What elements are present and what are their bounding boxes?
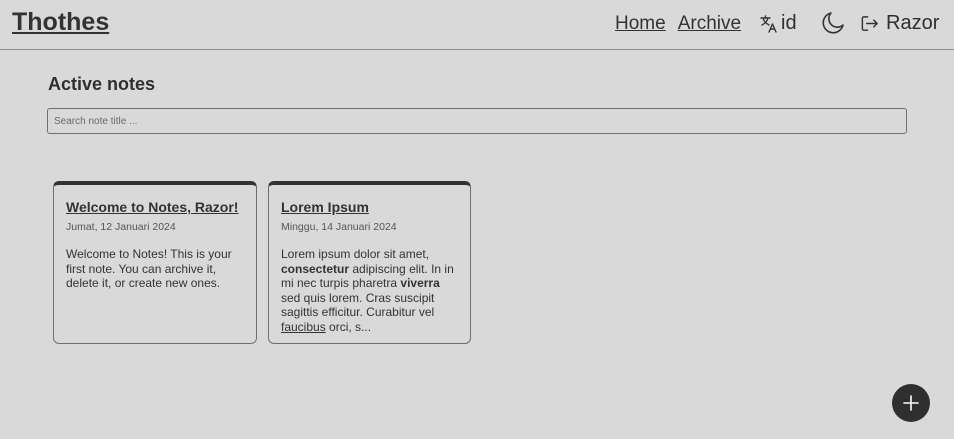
brand-link[interactable]: Thothes [12, 8, 109, 37]
language-toggle[interactable]: id [759, 12, 797, 35]
note-body-bold: consectetur [281, 261, 350, 276]
nav-archive-link[interactable]: Archive [678, 13, 741, 35]
language-code: id [781, 12, 797, 34]
logout-icon [861, 16, 878, 31]
note-title-link[interactable]: Welcome to Notes, Razor! [66, 199, 244, 215]
note-card: Lorem Ipsum Minggu, 14 Januari 2024 Lore… [268, 181, 471, 344]
nav-home-link[interactable]: Home [615, 13, 666, 35]
note-card: Welcome to Notes, Razor! Jumat, 12 Janua… [53, 181, 257, 344]
note-body-text: Lorem ipsum dolor sit amet, [281, 247, 430, 261]
logout-button[interactable]: Razor [860, 12, 939, 35]
note-body: Lorem ipsum dolor sit amet, consectetur … [281, 247, 458, 335]
note-body: Welcome to Notes! This is your first not… [66, 247, 232, 291]
page-title: Active notes [48, 74, 156, 94]
theme-toggle[interactable] [820, 10, 846, 41]
note-body-text: sed quis lorem. Cras suscipit sagittis e… [281, 290, 435, 320]
translate-icon [760, 14, 777, 33]
note-body-bold: viverra [400, 276, 440, 291]
note-title-link[interactable]: Lorem Ipsum [281, 199, 458, 215]
note-date: Minggu, 14 Januari 2024 [281, 221, 397, 233]
user-name: Razor [886, 12, 940, 34]
note-body-underline: faucibus [281, 319, 326, 334]
main-nav: Home Archive [615, 12, 753, 36]
plus-icon [903, 395, 919, 411]
add-note-button[interactable] [892, 384, 930, 422]
moon-icon [822, 12, 844, 34]
app-header: Thothes Home Archive id Razor [0, 0, 954, 50]
search-input[interactable] [47, 108, 907, 134]
note-date: Jumat, 12 Januari 2024 [66, 221, 176, 233]
note-body-text: orci, s... [325, 319, 372, 334]
